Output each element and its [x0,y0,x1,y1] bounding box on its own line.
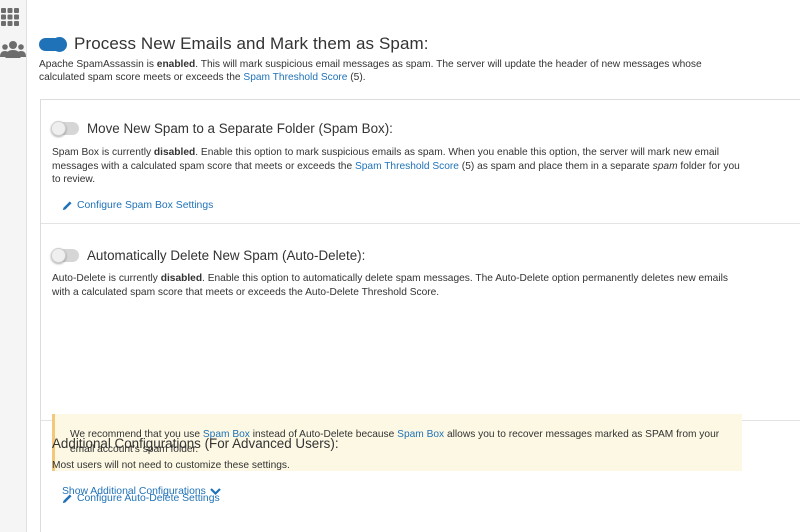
spam-box-toggle[interactable] [51,121,79,136]
auto-delete-desc-prefix: Auto-Delete is currently [52,273,161,284]
process-title: Process New Emails and Mark them as Spam… [74,34,429,53]
additional-header: Additional Configurations (For Advanced … [52,436,339,451]
spam-box-threshold-link[interactable]: Spam Threshold Score [355,161,459,172]
process-desc-suffix: (5). [347,72,366,83]
auto-delete-toggle[interactable] [51,248,79,263]
spam-box-section: Move New Spam to a Separate Folder (Spam… [41,100,800,224]
spam-box-description: Spam Box is currently disabled. Enable t… [52,146,742,187]
spam-box-title: Move New Spam to a Separate Folder (Spam… [87,121,393,136]
configure-spam-box-link[interactable]: Configure Spam Box Settings [62,200,213,211]
show-additional-config-link[interactable]: Show Additional Configurations [62,486,221,497]
toggle-knob [52,36,67,52]
auto-delete-title: Automatically Delete New Spam (Auto-Dele… [87,248,366,263]
configure-spam-box-label: Configure Spam Box Settings [77,200,214,211]
process-spam-toggle[interactable] [39,36,67,52]
grid-apps-icon[interactable] [0,4,24,28]
spam-options-panel: Move New Spam to a Separate Folder (Spam… [40,99,800,532]
process-description: Apache SpamAssassin is enabled. This wil… [39,58,739,84]
left-rail [0,0,27,532]
pencil-icon [62,201,72,211]
toggle-knob [51,121,66,136]
spam-threshold-link[interactable]: Spam Threshold Score [243,72,347,83]
auto-delete-description: Auto-Delete is currently disabled. Enabl… [52,272,742,299]
spam-box-header: Move New Spam to a Separate Folder (Spam… [51,121,393,136]
spam-box-desc-prefix: Spam Box is currently [52,147,154,158]
show-additional-label: Show Additional Configurations [62,486,206,497]
spam-box-desc-italic: spam [652,160,678,172]
spam-box-desc-after-link: (5) as spam and place them in a separate [458,160,653,172]
auto-delete-status: disabled [160,273,203,284]
toggle-knob [51,248,66,263]
auto-delete-header: Automatically Delete New Spam (Auto-Dele… [51,248,366,263]
process-status: enabled [156,59,196,70]
additional-title: Additional Configurations (For Advanced … [52,436,339,451]
additional-config-section: Additional Configurations (For Advanced … [41,421,800,532]
additional-description: Most users will not need to customize th… [52,460,290,471]
main-content: Process New Emails and Mark them as Spam… [27,0,800,532]
process-desc-prefix: Apache SpamAssassin is [39,59,157,70]
process-header: Process New Emails and Mark them as Spam… [39,34,429,54]
spam-box-status: disabled [153,147,196,158]
auto-delete-section: Automatically Delete New Spam (Auto-Dele… [41,224,800,504]
chevron-down-icon [210,488,221,496]
users-icon[interactable] [0,38,26,62]
